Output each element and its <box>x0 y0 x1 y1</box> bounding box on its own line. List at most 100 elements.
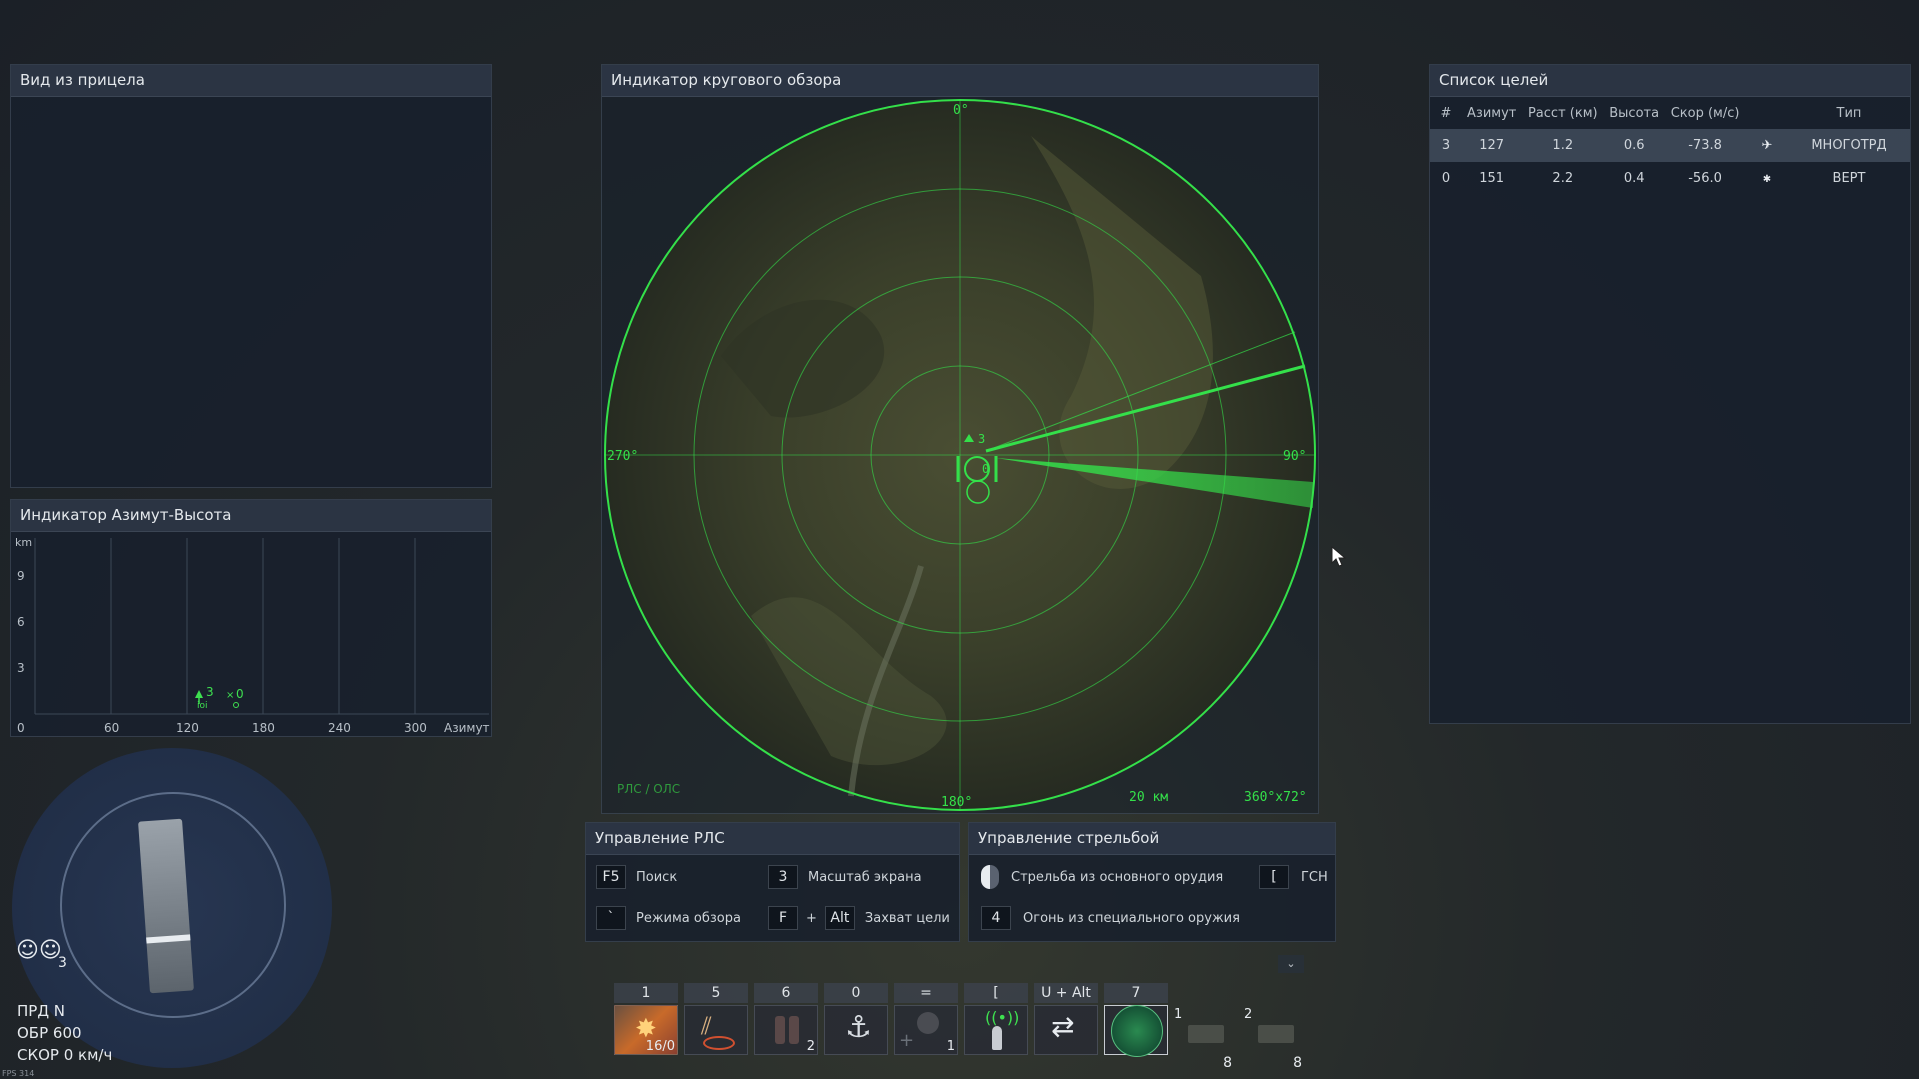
svg-text:0: 0 <box>982 462 989 476</box>
vehicle-slot-count: 8 <box>1223 1055 1232 1071</box>
az-el-title: Индикатор Азимут-Высота <box>11 500 491 532</box>
scale-label: Масштаб экрана <box>808 869 922 885</box>
col-azimuth: Азимут <box>1467 105 1517 121</box>
table-row[interactable]: 3 127 1.2 0.6 -73.8 ✈ МНОГОТРД <box>1430 129 1910 162</box>
hotbar-slot-smoke[interactable]: 6 2 <box>754 983 818 1055</box>
hotbar-slot-main-gun[interactable]: 1 ✸ 16/0 <box>614 983 678 1055</box>
col-altitude: Высота <box>1609 105 1660 121</box>
hotbar-slot-radar-view[interactable]: 7 <box>1104 983 1168 1057</box>
radar-range-label: 20 км <box>1129 790 1168 805</box>
mode-key[interactable]: ` <box>596 906 626 930</box>
lock-key-f[interactable]: F <box>768 906 798 930</box>
lock-label: Захват цели <box>864 910 950 926</box>
radar-mode-label: РЛС / ОЛС <box>617 782 680 796</box>
radar-title: Индикатор кругового обзора <box>602 65 1318 97</box>
radar-bearing-top: 0° <box>953 103 969 118</box>
az-el-ytick: 6 <box>17 615 25 629</box>
radar-scan-label: 360°x72° <box>1244 790 1307 805</box>
az-el-ytick: 3 <box>17 661 25 675</box>
az-el-target-3: 3 ioi <box>195 685 214 711</box>
az-el-panel: Индикатор Азимут-Высота km 9 6 3 0 60 12… <box>10 499 492 737</box>
col-num: # <box>1440 105 1452 121</box>
hotbar-slot-radar-toggle[interactable]: [ ((•)) <box>964 983 1028 1055</box>
radar-scope-icon <box>1111 1005 1163 1057</box>
fire-control-panel: Управление стрельбой Стрельба из основно… <box>968 822 1336 942</box>
target-ring-icon <box>703 1036 735 1050</box>
vehicle-slot-1[interactable]: 1 8 <box>1174 1003 1236 1071</box>
hotbar-slot-artillery[interactable]: 5 ⫽ <box>684 983 748 1055</box>
radar-control-title: Управление РЛС <box>586 823 959 855</box>
target-table-header: # Азимут Расст (км) Высота Скор (м/с) Ти… <box>1430 97 1910 129</box>
az-el-xtick: 60 <box>104 721 119 735</box>
expand-chevron-icon[interactable]: ⌄ <box>1278 955 1304 973</box>
mouse-cursor-icon <box>1331 546 1347 567</box>
seeker-label: ГСН <box>1301 869 1328 885</box>
swap-arrows-icon: ⇄ <box>1051 1010 1075 1043</box>
artillery-strike-icon: ⫽ <box>701 1012 712 1040</box>
hotbar-slot-crew[interactable]: = + 1 <box>894 983 958 1055</box>
col-icon <box>1746 97 1788 129</box>
missile-icon <box>992 1026 1002 1050</box>
az-el-xtick: 180 <box>252 721 275 735</box>
radar-blip-0: 0 <box>982 462 989 476</box>
mode-label: Режима обзора <box>636 910 741 926</box>
svg-text:×: × <box>226 690 234 701</box>
target-list-panel: Список целей # Азимут Расст (км) Высота … <box>1429 64 1911 724</box>
az-el-ytick: 0 <box>17 721 25 735</box>
col-range: Расст (км) <box>1527 105 1598 121</box>
tow-hook-icon: ⚓ <box>845 1010 872 1045</box>
az-el-xtick: 120 <box>176 721 199 735</box>
crew-member-icon <box>917 1012 939 1034</box>
main-gun-label: Стрельба из основного орудия <box>1011 869 1224 885</box>
prd-status: ПРД N <box>17 1002 66 1020</box>
radar-bearing-right: 90° <box>1283 449 1306 464</box>
sight-view-title: Вид из прицела <box>11 65 491 97</box>
lock-plus: + <box>806 910 817 926</box>
target-table: # Азимут Расст (км) Высота Скор (м/с) Ти… <box>1430 97 1910 195</box>
svg-text:0: 0 <box>236 687 244 701</box>
svg-text:ioi: ioi <box>197 701 208 711</box>
mouse-left-icon <box>981 865 999 889</box>
rpm-status: ОБР 600 <box>17 1024 82 1042</box>
az-el-xlabel: Азимут <box>444 721 490 735</box>
az-el-xtick: 300 <box>404 721 427 735</box>
vehicle-minimap <box>12 748 332 1068</box>
vehicle-slot-count: 8 <box>1293 1055 1302 1071</box>
truck-icon <box>1258 1025 1294 1043</box>
special-key[interactable]: 4 <box>981 906 1011 930</box>
radar-bearing-bottom: 180° <box>941 795 972 810</box>
radar-scope[interactable]: 3 0 0° 90° 180° 270° РЛС / ОЛС 20 км 360… <box>601 96 1321 814</box>
az-el-unit: km <box>15 536 32 549</box>
radar-emitter-icon: ((•)) <box>985 1008 1020 1027</box>
helicopter-icon: ✱ <box>1762 174 1772 185</box>
smoke-grenade-icon <box>789 1016 799 1044</box>
table-row[interactable]: 0 151 2.2 0.4 -56.0 ✱ ВЕРТ <box>1430 162 1910 195</box>
hotbar-slot-switch-mode[interactable]: U + Alt ⇄ <box>1034 983 1098 1055</box>
scale-key[interactable]: 3 <box>768 865 798 889</box>
fps-counter: FPS 314 <box>2 1069 35 1078</box>
lock-key-alt[interactable]: Alt <box>824 906 855 930</box>
medkit-plus-icon: + <box>899 1030 915 1051</box>
aircraft-icon: ✈ <box>1761 138 1773 153</box>
sight-view-panel: Вид из прицела <box>10 64 492 488</box>
az-el-xtick: 240 <box>328 721 351 735</box>
search-key[interactable]: F5 <box>596 865 626 889</box>
search-label: Поиск <box>636 869 678 885</box>
crew-icon: ☺☺ <box>16 938 62 963</box>
svg-text:3: 3 <box>978 432 985 446</box>
fire-control-title: Управление стрельбой <box>969 823 1335 855</box>
az-el-plot: km 9 6 3 0 60 120 180 240 300 Азимут 3 i… <box>15 536 490 735</box>
crew-count: 3 <box>58 955 67 971</box>
svg-text:3: 3 <box>206 685 214 699</box>
az-el-ytick: 9 <box>17 569 25 583</box>
hotbar-slot-tow-hook[interactable]: 0 ⚓ <box>824 983 888 1055</box>
truck-icon <box>1188 1025 1224 1043</box>
vehicle-slot-index: 1 <box>1174 1007 1183 1022</box>
vehicle-slot-2[interactable]: 2 8 <box>1244 1003 1306 1071</box>
target-list-title: Список целей <box>1430 65 1910 97</box>
az-el-target-0: × 0 <box>226 687 244 708</box>
seeker-key[interactable]: [ <box>1259 865 1289 889</box>
smoke-grenade-icon <box>775 1016 785 1044</box>
vehicle-slot-index: 2 <box>1244 1007 1253 1022</box>
radar-control-panel: Управление РЛС F5 Поиск 3 Масштаб экрана… <box>585 822 960 942</box>
